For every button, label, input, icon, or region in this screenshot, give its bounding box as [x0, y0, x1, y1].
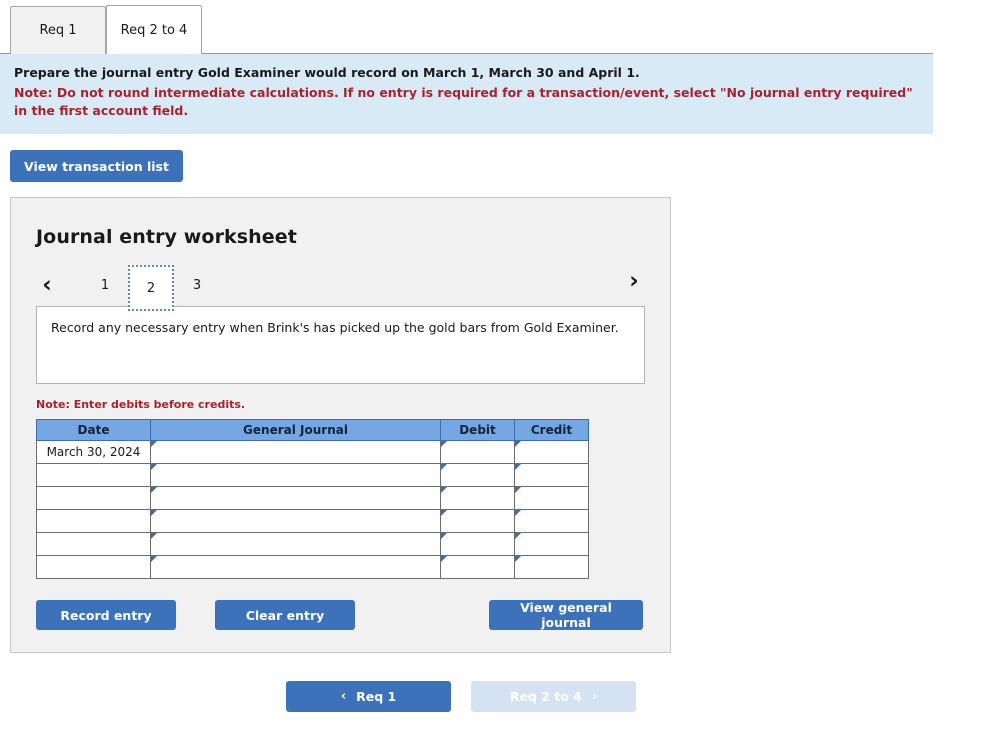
- table-row: [36, 555, 589, 580]
- tab-req-1[interactable]: Req 1: [10, 6, 106, 54]
- nav-prev-label: Req 1: [356, 689, 397, 705]
- debits-before-credits-note: Note: Enter debits before credits.: [36, 398, 246, 412]
- clear-entry-button[interactable]: Clear entry: [215, 600, 355, 631]
- instruction-banner: Prepare the journal entry Gold Examiner …: [0, 54, 933, 135]
- nav-prev-button[interactable]: ‹ Req 1: [286, 681, 451, 713]
- cell-general-journal[interactable]: [150, 486, 441, 511]
- toolbar: View transaction list: [0, 134, 987, 183]
- table-header-row: Date General Journal Debit Credit: [36, 419, 589, 442]
- cell-debit[interactable]: [440, 555, 515, 580]
- worksheet-pager: ‹ 1 2 3 ›: [36, 262, 645, 312]
- view-general-journal-button[interactable]: View general journal: [489, 600, 643, 631]
- instruction-note-text: Note: Do not round intermediate calculat…: [14, 85, 913, 119]
- pager-prev-icon[interactable]: ‹: [36, 273, 58, 297]
- column-header-credit: Credit: [514, 419, 589, 442]
- cell-credit[interactable]: [514, 509, 589, 534]
- tab-req-2-to-4-label: Req 2 to 4: [120, 22, 188, 38]
- table-row: [36, 463, 589, 488]
- bottom-navigation: ‹ Req 1 Req 2 to 4 ›: [0, 681, 987, 713]
- table-row: [36, 532, 589, 557]
- cell-credit[interactable]: [514, 463, 589, 488]
- column-header-general-journal: General Journal: [150, 419, 441, 442]
- tab-req-2-to-4[interactable]: Req 2 to 4: [106, 5, 202, 54]
- table-row: [36, 486, 589, 511]
- cell-date[interactable]: March 30, 2024: [36, 440, 151, 465]
- nav-next-label: Req 2 to 4: [509, 689, 582, 705]
- pager-page-2[interactable]: 2: [128, 265, 174, 312]
- cell-date[interactable]: [36, 555, 151, 580]
- record-entry-button[interactable]: Record entry: [36, 600, 176, 631]
- column-header-date: Date: [36, 419, 151, 442]
- cell-general-journal[interactable]: [150, 532, 441, 557]
- view-transaction-list-button[interactable]: View transaction list: [10, 150, 183, 183]
- worksheet-description-text: Record any necessary entry when Brink's …: [51, 320, 619, 336]
- journal-entry-worksheet-panel: Journal entry worksheet ‹ 1 2 3 › Record…: [10, 197, 671, 654]
- table-row: March 30, 2024: [36, 440, 589, 465]
- cell-credit[interactable]: [514, 486, 589, 511]
- pager-next-icon[interactable]: ›: [623, 270, 645, 293]
- instruction-primary-text: Prepare the journal entry Gold Examiner …: [14, 65, 640, 80]
- cell-debit[interactable]: [440, 486, 515, 511]
- cell-credit[interactable]: [514, 440, 589, 465]
- worksheet-title: Journal entry worksheet: [36, 226, 297, 249]
- chevron-right-icon: ›: [591, 689, 598, 705]
- tab-bar: Req 1 Req 2 to 4: [0, 0, 987, 54]
- nav-next-button[interactable]: Req 2 to 4 ›: [471, 681, 636, 713]
- chevron-left-icon: ‹: [340, 689, 347, 705]
- cell-date[interactable]: [36, 463, 151, 488]
- cell-credit[interactable]: [514, 555, 589, 580]
- cell-debit[interactable]: [440, 440, 515, 465]
- pager-page-3[interactable]: 3: [174, 265, 220, 305]
- cell-credit[interactable]: [514, 532, 589, 557]
- cell-date[interactable]: [36, 486, 151, 511]
- worksheet-description-box: Record any necessary entry when Brink's …: [36, 306, 645, 385]
- cell-general-journal[interactable]: [150, 440, 441, 465]
- cell-debit[interactable]: [440, 509, 515, 534]
- cell-date[interactable]: [36, 509, 151, 534]
- worksheet-action-bar: Record entry Clear entry View general jo…: [36, 600, 645, 632]
- cell-general-journal[interactable]: [150, 509, 441, 534]
- column-header-debit: Debit: [440, 419, 515, 442]
- cell-general-journal[interactable]: [150, 463, 441, 488]
- cell-debit[interactable]: [440, 463, 515, 488]
- pager-page-1[interactable]: 1: [82, 265, 128, 305]
- cell-debit[interactable]: [440, 532, 515, 557]
- journal-entry-table: Date General Journal Debit Credit March …: [36, 419, 589, 580]
- cell-date[interactable]: [36, 532, 151, 557]
- tab-req-1-label: Req 1: [39, 23, 77, 38]
- cell-general-journal[interactable]: [150, 555, 441, 580]
- table-row: [36, 509, 589, 534]
